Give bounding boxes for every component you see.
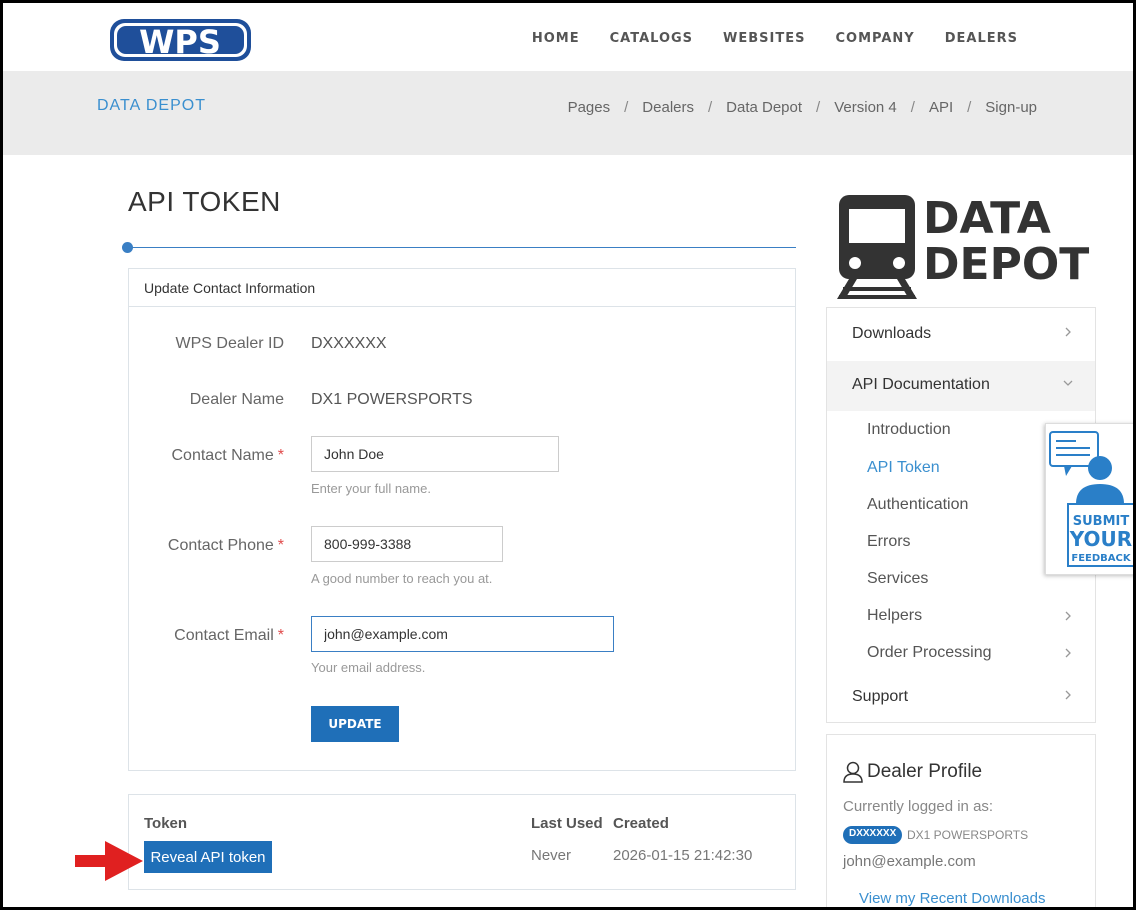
nav-dealers[interactable]: DEALERS bbox=[945, 31, 1018, 46]
breadcrumb: Pages / Dealers / Data Depot / Version 4… bbox=[568, 99, 1037, 116]
train-icon bbox=[837, 195, 917, 299]
feedback-line-2: YOUR bbox=[1069, 527, 1132, 551]
profile-title: Dealer Profile bbox=[843, 761, 982, 783]
dealer-name-value: DX1 POWERSPORTS bbox=[311, 391, 473, 408]
sidebar-item-label: Downloads bbox=[852, 325, 932, 342]
wps-logo[interactable]: WPS bbox=[108, 17, 253, 63]
top-header: WPS HOME CATALOGS WEBSITES COMPANY DEALE… bbox=[3, 3, 1133, 73]
required-mark: * bbox=[277, 627, 284, 644]
breadcrumb-pages[interactable]: Pages bbox=[568, 99, 611, 116]
sidebar-sub-authentication[interactable]: Authentication bbox=[867, 496, 968, 514]
chevron-right-icon bbox=[1065, 327, 1071, 337]
contact-phone-label: Contact Phone * bbox=[129, 537, 284, 555]
contact-email-help: Your email address. bbox=[311, 660, 426, 675]
main-nav: HOME CATALOGS WEBSITES COMPANY DEALERS bbox=[532, 31, 1018, 46]
sidebar-item-label: Support bbox=[852, 688, 909, 705]
title-divider-dot bbox=[122, 242, 133, 253]
breadcrumb-data-depot[interactable]: Data Depot bbox=[726, 99, 802, 116]
dealer-id-value: DXXXXXX bbox=[311, 335, 387, 352]
profile-email: john@example.com bbox=[843, 853, 976, 870]
nav-catalogs[interactable]: CATALOGS bbox=[610, 31, 693, 46]
sidebar-item-support[interactable]: Support bbox=[827, 673, 1095, 723]
contact-email-label: Contact Email * bbox=[129, 627, 284, 645]
dealer-profile-card: Dealer Profile Currently logged in as: D… bbox=[826, 734, 1096, 907]
contact-name-help: Enter your full name. bbox=[311, 481, 431, 496]
contact-phone-input[interactable] bbox=[311, 526, 503, 562]
sidebar-sub-order-processing[interactable]: Order Processing bbox=[867, 644, 992, 662]
chevron-right-icon bbox=[1065, 611, 1071, 621]
contact-panel: Update Contact Information WPS Dealer ID… bbox=[128, 268, 796, 771]
update-button[interactable]: UPDATE bbox=[311, 706, 399, 742]
dealer-name-label: Dealer Name bbox=[189, 391, 284, 408]
breadcrumb-separator: / bbox=[624, 99, 629, 116]
logo-line-2: DEPOT bbox=[923, 239, 1089, 290]
sidebar-item-api-documentation[interactable]: API Documentation bbox=[827, 361, 1095, 411]
sidebar-sub-services[interactable]: Services bbox=[867, 570, 928, 588]
red-arrow-icon bbox=[75, 841, 143, 881]
breadcrumb-version[interactable]: Version 4 bbox=[834, 99, 897, 116]
contact-phone-label-text: Contact Phone bbox=[167, 537, 274, 554]
reveal-token-button[interactable]: Reveal API token bbox=[144, 841, 272, 873]
logo-line-1: DATA bbox=[923, 193, 1051, 244]
recent-downloads-link[interactable]: View my Recent Downloads bbox=[859, 890, 1045, 907]
contact-name-label-text: Contact Name bbox=[171, 447, 274, 464]
breadcrumb-separator: / bbox=[816, 99, 821, 116]
required-mark: * bbox=[277, 537, 284, 554]
breadcrumb-separator: / bbox=[910, 99, 915, 116]
dealer-id-badge: DXXXXXX bbox=[843, 826, 903, 844]
last-used-value: Never bbox=[531, 847, 572, 864]
token-header: Token bbox=[144, 815, 188, 832]
sidebar-sub-errors[interactable]: Errors bbox=[867, 533, 911, 551]
page-title: API TOKEN bbox=[128, 186, 281, 217]
breadcrumb-api[interactable]: API bbox=[929, 99, 953, 116]
panel-heading: Update Contact Information bbox=[129, 269, 795, 307]
sub-header: DATA DEPOT Pages / Dealers / Data Depot … bbox=[3, 71, 1133, 155]
token-panel: Token Last Used Created Reveal API token… bbox=[128, 794, 796, 890]
nav-company[interactable]: COMPANY bbox=[836, 31, 915, 46]
feedback-line-3: FEEDBACK bbox=[1071, 553, 1131, 564]
feedback-icon: SUBMIT YOUR FEEDBACK bbox=[1049, 431, 1133, 567]
page-frame: WPS HOME CATALOGS WEBSITES COMPANY DEALE… bbox=[0, 0, 1136, 910]
sidebar-item-downloads[interactable]: Downloads bbox=[827, 310, 1095, 360]
sidebar-sub-introduction[interactable]: Introduction bbox=[867, 421, 951, 439]
chevron-right-icon bbox=[1065, 690, 1071, 700]
sidebar-sub-api-token[interactable]: API Token bbox=[867, 459, 940, 477]
logo-text: WPS bbox=[139, 23, 221, 61]
dealer-id-label: WPS Dealer ID bbox=[175, 335, 284, 352]
breadcrumb-separator: / bbox=[707, 99, 713, 116]
contact-email-input[interactable] bbox=[311, 616, 614, 652]
contact-name-label: Contact Name * bbox=[129, 447, 285, 465]
profile-title-text: Dealer Profile bbox=[867, 761, 983, 782]
sidebar-item-label: API Documentation bbox=[852, 376, 990, 393]
sidebar-sub-helpers[interactable]: Helpers bbox=[867, 607, 922, 625]
breadcrumb-dealers[interactable]: Dealers bbox=[642, 99, 694, 116]
required-mark: * bbox=[277, 447, 284, 464]
breadcrumb-signup: Sign-up bbox=[985, 99, 1037, 116]
logged-in-text: Currently logged in as: bbox=[843, 798, 994, 815]
data-depot-logo: DATA DEPOT bbox=[837, 193, 1089, 299]
chevron-down-icon bbox=[1063, 380, 1073, 386]
nav-home[interactable]: HOME bbox=[532, 31, 580, 46]
user-icon bbox=[843, 761, 863, 783]
contact-phone-help: A good number to reach you at. bbox=[311, 571, 493, 586]
created-header: Created bbox=[613, 815, 669, 832]
title-divider bbox=[128, 247, 796, 248]
last-used-header: Last Used bbox=[531, 815, 603, 832]
chevron-right-icon bbox=[1065, 648, 1071, 658]
created-value: 2026-01-15 21:42:30 bbox=[613, 847, 753, 864]
nav-websites[interactable]: WEBSITES bbox=[723, 31, 805, 46]
breadcrumb-separator: / bbox=[967, 99, 972, 116]
profile-dealer-name: DX1 POWERSPORTS bbox=[907, 828, 1029, 842]
contact-email-label-text: Contact Email bbox=[174, 627, 274, 644]
section-title: DATA DEPOT bbox=[97, 97, 206, 114]
feedback-widget[interactable]: SUBMIT YOUR FEEDBACK bbox=[1045, 423, 1133, 575]
contact-name-input[interactable] bbox=[311, 436, 559, 472]
